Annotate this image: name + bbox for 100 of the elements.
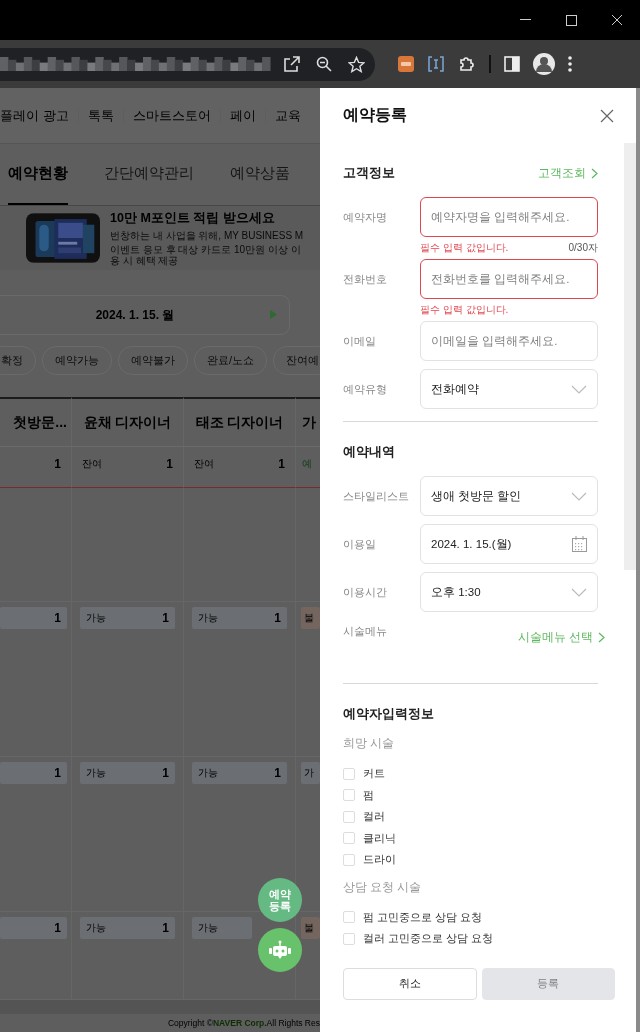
customer-lookup-link[interactable]: 고객조회 bbox=[538, 165, 598, 181]
extension-icon[interactable] bbox=[398, 56, 414, 72]
field-label: 예약자명 bbox=[343, 210, 388, 225]
checkbox-label[interactable]: 커트 bbox=[363, 766, 385, 782]
bookmark-star-icon[interactable] bbox=[347, 55, 365, 73]
slot-cell[interactable]: 불 bbox=[301, 607, 320, 629]
slot-cell[interactable]: 가능 bbox=[192, 917, 252, 939]
extensions-icon[interactable] bbox=[458, 55, 476, 73]
calendar-icon bbox=[572, 536, 587, 552]
nav-link[interactable]: 교육 bbox=[265, 106, 310, 125]
checkbox[interactable] bbox=[343, 789, 355, 802]
tab[interactable]: 간단예약관리 bbox=[104, 144, 194, 205]
banner-title: 10만 M포인트 적립 받으세요 bbox=[110, 210, 276, 227]
section-title: 고객정보 bbox=[343, 164, 395, 182]
banner-note: 이벤트 응모 후 대상 카드로 10만원 이상 이용 시 혜택 제공 bbox=[110, 244, 302, 266]
column-header: 첫방문... bbox=[0, 397, 72, 447]
zoom-icon[interactable] bbox=[316, 56, 332, 72]
date-field[interactable]: 2024. 1. 15.(월) bbox=[420, 524, 598, 564]
filter-chip[interactable]: 완료/노쇼 bbox=[194, 346, 268, 375]
horizontal-scrollbar[interactable] bbox=[0, 1000, 320, 1013]
booking-fab[interactable]: 예약 등록 bbox=[258, 878, 302, 922]
promo-banner[interactable]: 10만 M포인트 적립 받으세요 번창하는 내 사업을 위해, MY BUSINESS M 이벤트 응모 후 대상 카드로 10만원 이상 이용 시 혜택 제공 bbox=[0, 206, 320, 270]
filter-chip[interactable]: 잔여예 bbox=[273, 346, 320, 375]
chatbot-button[interactable] bbox=[258, 928, 302, 972]
input-field[interactable]: 전화번호를 입력해주세요. bbox=[420, 259, 598, 299]
summary-cell: 잔여 1 bbox=[72, 447, 184, 488]
error-message: 필수 입력 값입니다. bbox=[420, 241, 509, 255]
nav-link[interactable]: 톡톡 bbox=[78, 106, 123, 125]
address-bar[interactable] bbox=[0, 47, 375, 81]
checkbox[interactable] bbox=[343, 810, 355, 823]
tab[interactable]: 예약상품 bbox=[230, 144, 290, 205]
banner-subtitle: 번창하는 내 사업을 위해, MY BUSINESS M bbox=[110, 229, 305, 243]
column-header: 윤채 디자이너 bbox=[72, 397, 184, 447]
summary-cell: 1 bbox=[0, 447, 72, 488]
field-label: 이용일 bbox=[343, 537, 377, 552]
slot-cell[interactable]: 1 bbox=[0, 762, 67, 784]
scrollbar[interactable] bbox=[624, 143, 636, 570]
input-field[interactable]: 예약자명을 입력해주세요. bbox=[420, 197, 598, 237]
scan-frame-icon[interactable] bbox=[427, 56, 445, 72]
menu-icon[interactable] bbox=[568, 56, 572, 72]
filter-chip[interactable]: 예약가능 bbox=[42, 346, 112, 375]
select-field[interactable]: 생애 첫방문 할인 bbox=[420, 476, 598, 516]
chevron-icon bbox=[571, 587, 587, 597]
slot-cell[interactable]: 가능 1 bbox=[192, 762, 287, 784]
error-message: 필수 입력 값입니다. bbox=[420, 303, 509, 317]
menu-select-link[interactable]: 시술메뉴 선택 bbox=[517, 630, 605, 645]
character-counter: 0/30자 bbox=[568, 241, 598, 255]
column-header: 태조 디자이너 bbox=[184, 397, 296, 447]
panel-title: 예약등록 bbox=[343, 105, 407, 125]
chevron-right-icon bbox=[598, 632, 605, 643]
checkbox-label[interactable]: 드라이 bbox=[363, 852, 396, 868]
field-label: 이메일 bbox=[343, 334, 377, 349]
select-field[interactable]: 전화예약 bbox=[420, 369, 598, 409]
slot-cell[interactable]: 1 bbox=[0, 917, 67, 939]
checkbox-label[interactable]: 컬러 고민중으로 상담 요청 bbox=[363, 931, 494, 947]
checkbox-label[interactable]: 펌 고민중으로 상담 요청 bbox=[363, 909, 483, 925]
field-label: 예약유형 bbox=[343, 382, 388, 397]
cancel-button[interactable]: 취소 bbox=[343, 967, 477, 1000]
slot-cell[interactable]: 가능 1 bbox=[80, 607, 175, 629]
avatar-icon[interactable] bbox=[533, 53, 555, 75]
slot-cell[interactable]: 가능 1 bbox=[80, 917, 175, 939]
slot-cell[interactable]: 가 bbox=[301, 762, 320, 784]
open-external-icon[interactable] bbox=[284, 56, 300, 72]
checkbox[interactable] bbox=[343, 853, 355, 866]
slot-cell[interactable]: 불 bbox=[301, 917, 320, 939]
field-label: 시술메뉴 bbox=[343, 624, 388, 639]
minimize-icon[interactable] bbox=[519, 19, 531, 21]
section-title: 예약자입력정보 bbox=[343, 705, 434, 723]
filter-chip[interactable]: 예약불가 bbox=[118, 346, 188, 375]
slot-cell[interactable]: 가능 1 bbox=[192, 607, 287, 629]
chevron-right-icon bbox=[591, 167, 598, 179]
checkbox-label[interactable]: 컬러 bbox=[363, 809, 385, 825]
checkbox-label[interactable]: 클리닉 bbox=[363, 830, 396, 846]
checkbox-label[interactable]: 펌 bbox=[363, 787, 374, 803]
maximize-icon[interactable] bbox=[565, 14, 577, 26]
chevron-icon bbox=[571, 491, 587, 501]
section-title: 예약내역 bbox=[343, 443, 395, 461]
select-field[interactable]: 오후 1:30 bbox=[420, 572, 598, 612]
date-label: 2024. 1. 15. 월 bbox=[95, 306, 175, 324]
nav-link[interactable]: 페이 bbox=[220, 106, 265, 125]
group-title: 상담 요청 시술 bbox=[343, 879, 423, 895]
field-label: 스타일리스트 bbox=[343, 489, 410, 504]
close-icon[interactable] bbox=[600, 108, 614, 123]
robot-icon bbox=[268, 940, 292, 960]
summary-cell: 잔여 1 bbox=[184, 447, 296, 488]
group-title: 희망 시술 bbox=[343, 736, 396, 751]
checkbox[interactable] bbox=[343, 911, 355, 924]
field-label: 전화번호 bbox=[343, 272, 388, 287]
side-panel-icon[interactable] bbox=[504, 56, 520, 72]
nav-link[interactable]: 플레이 광고 bbox=[0, 106, 78, 125]
field-label: 이용시간 bbox=[343, 585, 388, 600]
date-navigator[interactable]: 2024. 1. 15. 월 bbox=[0, 295, 290, 335]
slot-cell[interactable]: 1 bbox=[0, 607, 67, 629]
filter-chip[interactable]: 확정 bbox=[0, 346, 36, 375]
nav-link[interactable]: 스마트스토어 bbox=[123, 106, 220, 125]
chevron-icon bbox=[571, 384, 587, 394]
checkbox[interactable] bbox=[343, 767, 355, 780]
slot-cell[interactable]: 가능 1 bbox=[80, 762, 175, 784]
checkbox[interactable] bbox=[343, 832, 355, 845]
checkbox[interactable] bbox=[343, 932, 355, 945]
